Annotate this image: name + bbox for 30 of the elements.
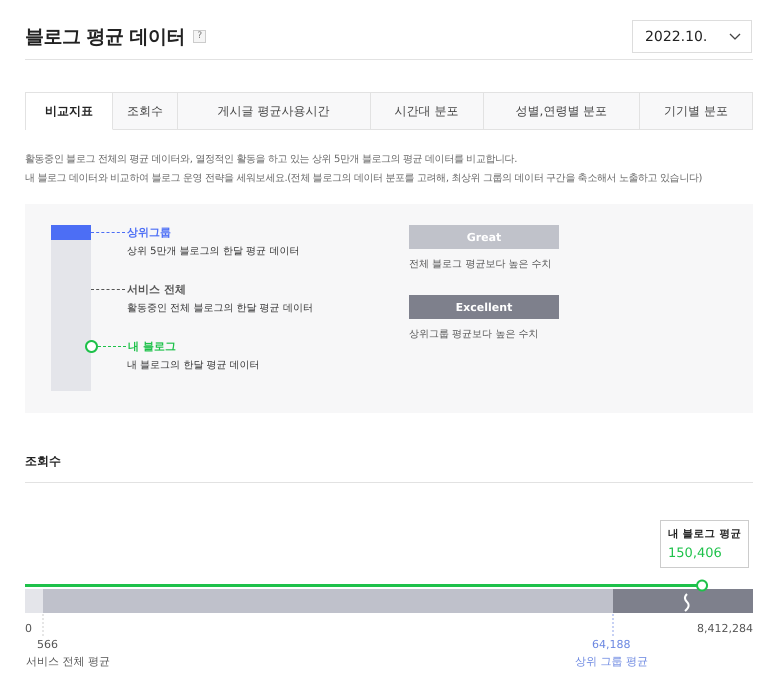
tab[interactable]: 시간대 분포 (370, 93, 484, 130)
tab[interactable]: 기기별 분포 (640, 93, 752, 130)
legend-group-name: 내 블로그 (128, 339, 176, 354)
tab[interactable]: 성별,연령별 분포 (484, 93, 640, 130)
month-dropdown[interactable]: 2022.10. (632, 20, 752, 53)
legend-group-name: 서비스 전체 (127, 282, 186, 297)
tooltip: 내 블로그 평균 150,406 (660, 520, 750, 568)
legend-group-desc: 상위 5만개 블로그의 한달 평균 데이터 (126, 245, 300, 258)
description-text: 내 블로그 데이터와 비교하여 블로그 운영 전략을 세워보세요.(전체 블로그의 데이터 분포를 고려해, 최상위 그룹의 데이터 구간을 축소해서 노출하고 있습니다) (25, 172, 703, 186)
axis-max: 8,412,284 (697, 622, 753, 635)
tab[interactable]: 게시글 평균사용시간 (178, 93, 371, 130)
top-avg-value: 64,188 (592, 638, 630, 651)
axis-min: 0 (25, 622, 32, 635)
grade-desc: 상위그룹 평균보다 높은 수치 (409, 328, 540, 341)
grade-badge: Great (409, 225, 559, 249)
my-blog-marker (696, 580, 708, 592)
section-title: 조회수 (25, 453, 753, 483)
service-avg-value: 566 (37, 638, 58, 651)
tab[interactable]: 조회수 (113, 93, 178, 130)
grade-desc: 전체 블로그 평균보다 높은 수치 (409, 258, 553, 271)
grade-badge: Excellent (409, 295, 559, 319)
service-avg-label: 서비스 전체 평균 (26, 654, 110, 669)
description-text: 활동중인 블로그 전체의 평균 데이터와, 열정적인 활동을 하고 있는 상위 5만개 블로그의 평균 데이터를 비교합니다. (25, 153, 518, 167)
legend-group-name: 상위그룹 (127, 225, 171, 240)
chevron-down-icon (729, 32, 741, 40)
top-avg-label: 상위 그룹 평균 (575, 654, 648, 669)
legend-group-desc: 내 블로그의 한달 평균 데이터 (126, 359, 261, 372)
help-icon[interactable]: ? (193, 30, 206, 43)
page-title: 블로그 평균 데이터 (25, 24, 186, 50)
legend-group-desc: 활동중인 전체 블로그의 한달 평균 데이터 (126, 302, 314, 315)
